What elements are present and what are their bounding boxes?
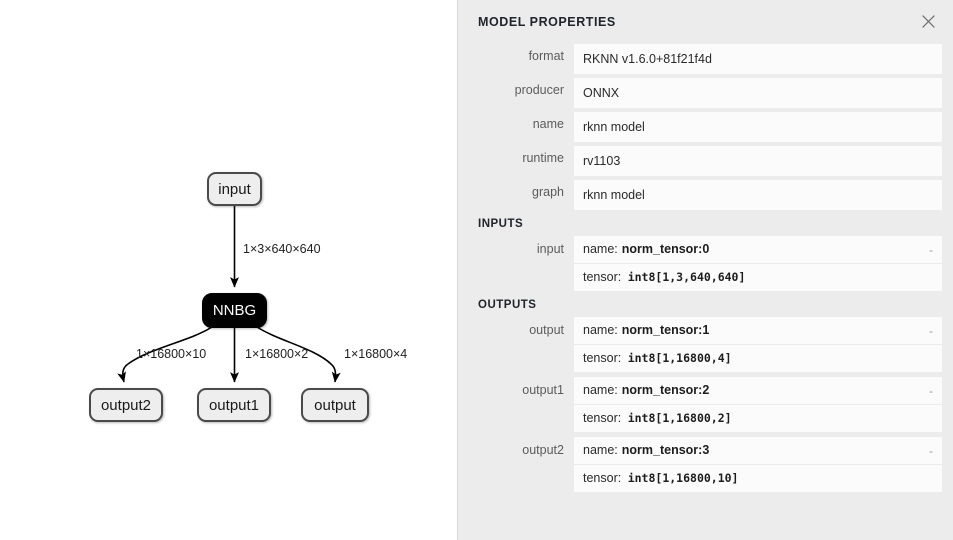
argument-row-output1: output1 name: norm_tensor:2 - tensor: in… <box>458 377 942 432</box>
argument-name-line-output1: name: norm_tensor:2 - <box>574 377 942 405</box>
section-header-outputs: OUTPUTS <box>478 299 537 311</box>
property-value-runtime[interactable]: rv1103 <box>574 146 942 176</box>
edge-label-nnbg-output2: 1×16800×10 <box>136 347 206 361</box>
argument-name-prefix-output: name: <box>583 323 618 337</box>
argument-name-prefix-input: name: <box>583 242 618 256</box>
argument-label-input: input <box>536 242 564 256</box>
argument-tensor-line-output2: tensor: int8[1,16800,10] <box>574 465 942 492</box>
argument-tensor-prefix-output: tensor: <box>583 351 622 365</box>
argument-tensor-prefix-input: tensor: <box>583 270 622 284</box>
argument-name-value-output: norm_tensor:1 <box>621 323 710 337</box>
argument-card-input: name: norm_tensor:0 - tensor: int8[1,3,6… <box>574 236 942 291</box>
argument-tensor-value-output1: int8[1,16800,2] <box>627 411 732 425</box>
inputs-list: input name: norm_tensor:0 - tensor: int8… <box>458 236 953 291</box>
graph-node-output1[interactable]: output1 <box>197 388 271 422</box>
argument-name-line-output: name: norm_tensor:1 - <box>574 317 942 345</box>
argument-name-value-output2: norm_tensor:3 <box>621 443 710 457</box>
argument-tensor-prefix-output2: tensor: <box>583 471 622 485</box>
argument-label-output1: output1 <box>522 383 564 397</box>
argument-tensor-value-output: int8[1,16800,4] <box>627 351 732 365</box>
argument-name-line-output2: name: norm_tensor:3 - <box>574 437 942 465</box>
property-label-producer: producer <box>514 83 564 97</box>
close-icon[interactable] <box>915 8 941 34</box>
property-value-name[interactable]: rknn model <box>574 112 942 142</box>
edge-label-nnbg-output1: 1×16800×2 <box>245 347 308 361</box>
argument-card-output: name: norm_tensor:1 - tensor: int8[1,168… <box>574 317 942 372</box>
property-label-graph: graph <box>532 185 564 199</box>
argument-tensor-line-output: tensor: int8[1,16800,4] <box>574 345 942 372</box>
argument-tensor-value-output2: int8[1,16800,10] <box>627 471 739 485</box>
property-row-format: format RKNN v1.6.0+81f21f4d <box>458 44 942 74</box>
argument-name-value-input: norm_tensor:0 <box>621 242 710 256</box>
graph-node-output1-label: output1 <box>208 396 260 414</box>
graph-node-input-label: input <box>218 180 251 198</box>
property-label-format: format <box>528 49 564 63</box>
argument-name-line-input: name: norm_tensor:0 - <box>574 236 942 264</box>
edge-label-input-nnbg: 1×3×640×640 <box>243 242 321 256</box>
graph-node-nnbg[interactable]: NNBG <box>202 293 267 328</box>
sidebar-header: MODEL PROPERTIES <box>458 0 953 44</box>
graph-edges: 1×3×640×640 1×16800×10 1×16800×2 1×16800… <box>117 206 407 383</box>
model-properties-list: format RKNN v1.6.0+81f21f4d producer ONN… <box>458 44 953 210</box>
argument-name-value-output1: norm_tensor:2 <box>621 383 710 397</box>
argument-name-prefix-output2: name: <box>583 443 618 457</box>
property-row-name: name rknn model <box>458 112 942 142</box>
netron-window: 1×3×640×640 1×16800×10 1×16800×2 1×16800… <box>0 0 953 540</box>
graph-node-output2-label: output2 <box>100 396 152 414</box>
property-value-producer[interactable]: ONNX <box>574 78 942 108</box>
graph-canvas[interactable]: 1×3×640×640 1×16800×10 1×16800×2 1×16800… <box>0 0 457 540</box>
argument-row-input: input name: norm_tensor:0 - tensor: int8… <box>458 236 942 291</box>
argument-label-output2: output2 <box>522 443 564 457</box>
page-title: MODEL PROPERTIES <box>478 15 616 29</box>
argument-tensor-prefix-output1: tensor: <box>583 411 622 425</box>
collapse-icon[interactable]: - <box>929 244 933 256</box>
argument-tensor-line-output1: tensor: int8[1,16800,2] <box>574 405 942 432</box>
property-label-runtime: runtime <box>522 151 564 165</box>
graph-node-output[interactable]: output <box>301 388 369 422</box>
graph-node-input[interactable]: input <box>207 172 262 206</box>
graph-node-nnbg-label: NNBG <box>212 302 257 319</box>
argument-card-output2: name: norm_tensor:3 - tensor: int8[1,168… <box>574 437 942 492</box>
argument-row-output: output name: norm_tensor:1 - tensor: int… <box>458 317 942 372</box>
property-value-format[interactable]: RKNN v1.6.0+81f21f4d <box>574 44 942 74</box>
section-header-inputs: INPUTS <box>478 218 524 230</box>
argument-card-output1: name: norm_tensor:2 - tensor: int8[1,168… <box>574 377 942 432</box>
property-label-name: name <box>532 117 564 131</box>
collapse-icon[interactable]: - <box>929 325 933 337</box>
model-properties-sidebar: MODEL PROPERTIES format RKNN v1.6.0+81f2… <box>457 0 953 540</box>
argument-row-output2: output2 name: norm_tensor:3 - tensor: in… <box>458 437 942 492</box>
property-row-graph: graph rknn model <box>458 180 942 210</box>
graph-node-output-label: output <box>314 396 356 414</box>
argument-tensor-line-input: tensor: int8[1,3,640,640] <box>574 264 942 291</box>
property-row-producer: producer ONNX <box>458 78 942 108</box>
argument-name-prefix-output1: name: <box>583 383 618 397</box>
graph-node-output2[interactable]: output2 <box>89 388 163 422</box>
argument-tensor-value-input: int8[1,3,640,640] <box>627 270 746 284</box>
collapse-icon[interactable]: - <box>929 445 933 457</box>
property-value-graph[interactable]: rknn model <box>574 180 942 210</box>
outputs-list: output name: norm_tensor:1 - tensor: int… <box>458 317 953 492</box>
property-row-runtime: runtime rv1103 <box>458 146 942 176</box>
collapse-icon[interactable]: - <box>929 385 933 397</box>
edge-label-nnbg-output: 1×16800×4 <box>344 347 407 361</box>
argument-label-output: output <box>529 323 564 337</box>
